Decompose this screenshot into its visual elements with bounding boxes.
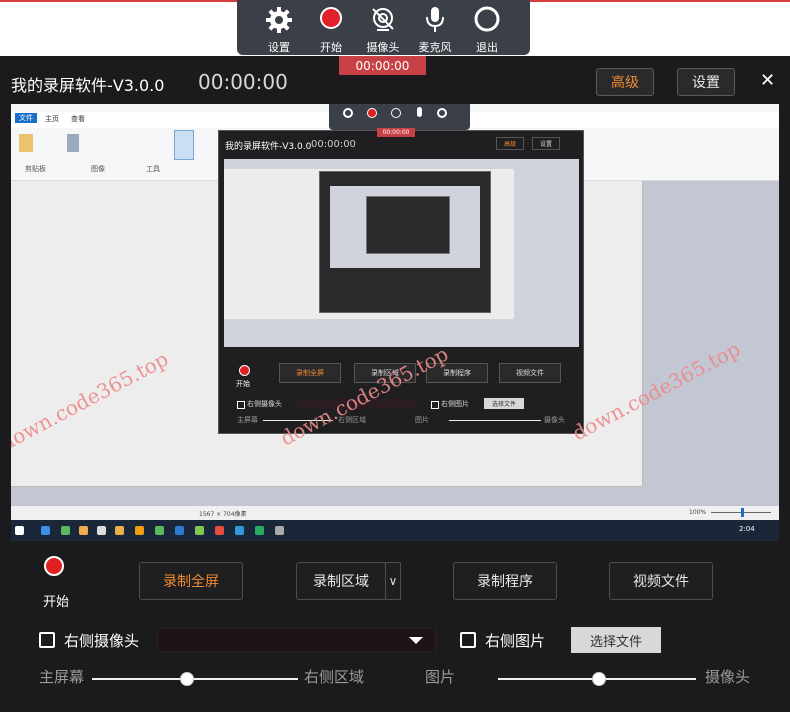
window-title: 我的录屏软件-V3.0.0 — [11, 76, 165, 95]
dropdown-arrow-icon — [409, 637, 423, 644]
record-program-button[interactable]: 录制程序 — [453, 562, 557, 600]
nested-btn-video: 视频文件 — [499, 363, 561, 383]
microphone-icon — [426, 7, 444, 32]
slider1-left-label: 主屏幕 — [39, 668, 85, 686]
recording-toolbar: 设置 开始 摄像头 麦克风 退出 — [237, 0, 530, 55]
slider2-handle[interactable] — [591, 672, 606, 686]
paint-statusbar: 1567 × 704像素 100% — [11, 506, 779, 520]
toolbar-time: 00:00:00 — [339, 56, 426, 75]
nested-advanced: 高级 — [496, 137, 524, 150]
record-icon — [320, 7, 342, 29]
choose-file-button[interactable]: 选择文件 — [571, 627, 661, 653]
slider1-right-label: 右侧区域 — [304, 668, 365, 686]
toolbar-exit[interactable]: 退出 — [467, 6, 507, 54]
taskbar-clock: 2:04 — [739, 525, 755, 533]
recorder-window: 我的录屏软件-V3.0.0 00:00:00 高级 设置 ✕ 文件 主页 查看 … — [0, 56, 790, 712]
close-icon[interactable]: ✕ — [760, 70, 775, 91]
camera-select[interactable] — [157, 628, 436, 652]
right-camera-checkbox[interactable] — [39, 632, 55, 648]
nested-start-label: 开始 — [236, 380, 250, 388]
record-icon[interactable] — [44, 556, 64, 576]
paint-canvas-size: 1567 × 704像素 — [199, 511, 247, 518]
preview-floating-toolbar — [329, 104, 470, 130]
paint-group-image: 图像 — [91, 165, 105, 173]
nested-btn-full: 录制全屏 — [279, 363, 341, 383]
slider2-right-label: 摄像头 — [705, 668, 751, 686]
record-area-button[interactable]: 录制区域 — [296, 562, 386, 600]
right-image-checkbox[interactable] — [460, 632, 476, 648]
paint-tab-home: 主页 — [45, 115, 59, 123]
record-timer: 00:00:00 — [198, 70, 288, 94]
nested-choose-file: 选择文件 — [484, 398, 524, 409]
toolbar-camera[interactable]: 摄像头 — [363, 6, 403, 54]
toolbar-microphone[interactable]: 麦克风 — [415, 6, 455, 54]
slider1-handle[interactable] — [179, 672, 194, 686]
right-image-label: 右侧图片 — [485, 632, 546, 650]
nested-settings: 设置 — [532, 137, 560, 150]
start-label: 开始 — [43, 595, 70, 610]
nested-nested-window — [319, 171, 491, 313]
screen-preview: 文件 主页 查看 剪贴板 图像 工具 我的录屏软件-V3.0.0 00:00:0… — [11, 104, 779, 541]
nested-record-icon — [239, 365, 250, 376]
video-files-button[interactable]: 视频文件 — [609, 562, 713, 600]
paste-icon — [19, 134, 33, 152]
record-fullscreen-button[interactable]: 录制全屏 — [139, 562, 243, 600]
paint-tab-view: 查看 — [71, 115, 85, 123]
right-camera-label: 右侧摄像头 — [64, 632, 140, 650]
select-icon — [67, 134, 79, 152]
slider1-track[interactable] — [92, 678, 298, 680]
slider2-left-label: 图片 — [425, 668, 456, 686]
start-icon — [15, 526, 24, 535]
exit-circle-icon — [474, 6, 500, 32]
advanced-button[interactable]: 高级 — [596, 68, 654, 96]
camera-off-icon — [372, 8, 394, 31]
paint-tab-file: 文件 — [15, 113, 37, 123]
nested-opt-image: 右侧图片 — [441, 400, 469, 408]
windows-taskbar: 2:04 — [11, 520, 779, 541]
toolbar-settings[interactable]: 设置 — [259, 6, 299, 54]
nested-screen — [224, 159, 579, 347]
nested-title: 我的录屏软件-V3.0.0 — [225, 142, 312, 152]
paint-group-clipboard: 剪贴板 — [25, 165, 46, 173]
preview-time-pill: 00:00:00 — [377, 128, 415, 137]
brush-icon — [174, 130, 194, 160]
chevron-down-icon[interactable]: ∨ — [385, 562, 401, 600]
nested-opt-camera: 右侧摄像头 — [247, 400, 282, 408]
paint-zoom: 100% — [689, 509, 707, 516]
toolbar-start[interactable]: 开始 — [311, 6, 351, 54]
paint-group-tools: 工具 — [146, 165, 160, 173]
gear-icon — [266, 7, 292, 33]
nested-timer: 00:00:00 — [311, 139, 356, 150]
settings-button[interactable]: 设置 — [677, 68, 735, 96]
